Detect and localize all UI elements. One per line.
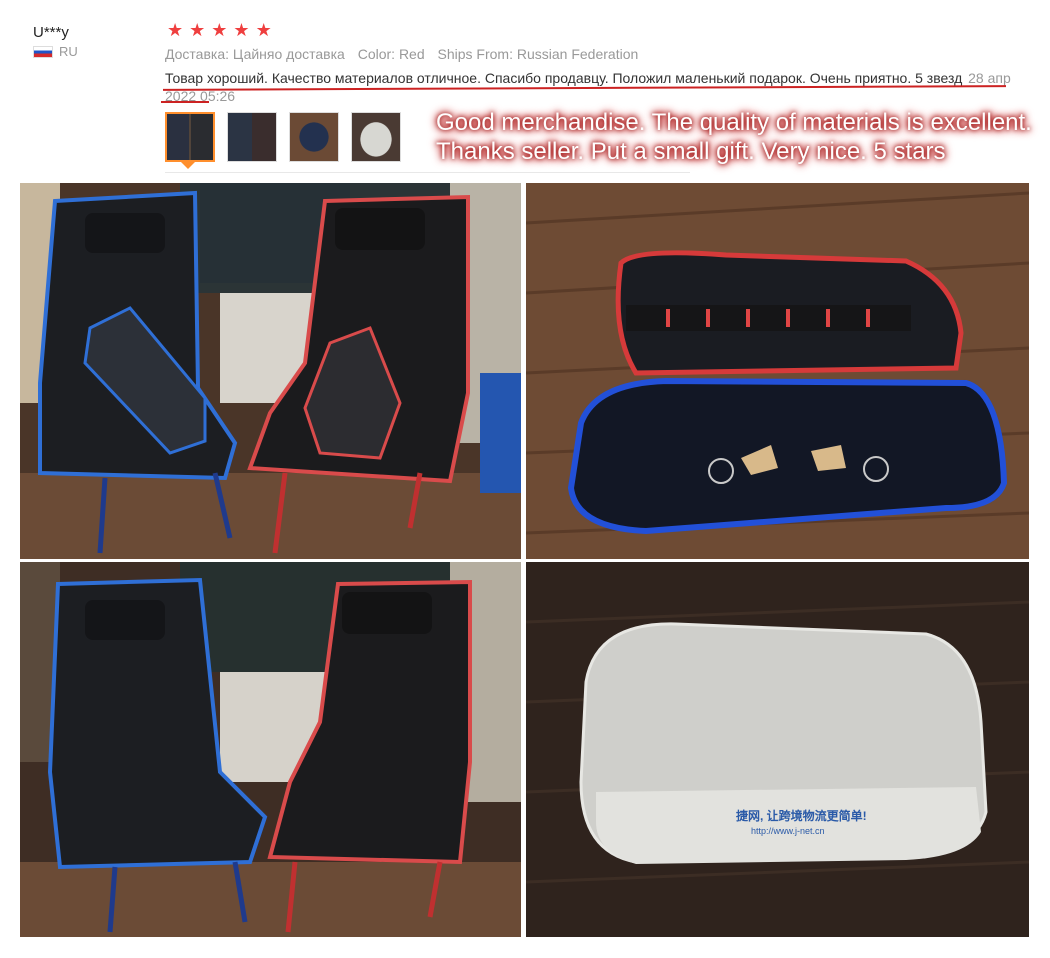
photo-open-bag-keychains[interactable] xyxy=(526,183,1029,559)
country-code: RU xyxy=(59,44,78,59)
star-icon: ★ xyxy=(167,20,184,40)
reviewer-country: RU xyxy=(33,44,78,59)
translation-annotation: Good merchandise. The quality of materia… xyxy=(436,108,1032,166)
package-url: http://www.j-net.cn xyxy=(751,826,825,836)
photo-chairs[interactable] xyxy=(20,562,521,937)
star-icon: ★ xyxy=(189,20,206,40)
star-icon: ★ xyxy=(211,20,228,40)
rating-stars: ★ ★ ★ ★ ★ xyxy=(167,20,272,40)
selected-thumbnail-indicator xyxy=(181,162,195,169)
ships-from: Ships From: Russian Federation xyxy=(437,46,639,62)
photo-thumbnails xyxy=(165,112,401,162)
reviewer-info: U***y RU xyxy=(33,24,78,59)
product-color: Color: Red xyxy=(357,46,425,62)
divider xyxy=(165,172,690,173)
photo-chairs-with-bags[interactable] xyxy=(20,183,521,559)
annotation-underline xyxy=(161,101,209,103)
delivery-method: Доставка: Цайняо доставка xyxy=(165,46,345,62)
review-meta: Доставка: Цайняо доставка Color: Red Shi… xyxy=(165,46,647,62)
reviewer-name: U***y xyxy=(33,24,69,41)
open-bag-image xyxy=(526,183,1029,559)
package-image: 捷网, 让跨境物流更简单! http://www.j-net.cn xyxy=(526,562,1029,937)
photo-wrapped-package[interactable]: 捷网, 让跨境物流更简单! http://www.j-net.cn xyxy=(526,562,1029,937)
star-icon: ★ xyxy=(255,20,272,40)
translation-line-1: Good merchandise. The quality of materia… xyxy=(436,109,1032,136)
thumbnail-package[interactable] xyxy=(351,112,401,162)
package-print: 捷网, 让跨境物流更简单! xyxy=(736,808,867,823)
thumbnail-bag[interactable] xyxy=(289,112,339,162)
translation-line-2: Thanks seller. Put a small gift. Very ni… xyxy=(436,138,946,165)
chairs-with-bags-image xyxy=(20,183,521,559)
thumbnail-chairs-2[interactable] xyxy=(227,112,277,162)
chairs-image xyxy=(20,562,521,937)
review-text: Товар хороший. Качество материалов отлич… xyxy=(165,70,963,86)
thumbnail-chairs[interactable] xyxy=(165,112,215,162)
russia-flag-icon xyxy=(33,45,53,58)
star-icon: ★ xyxy=(233,20,250,40)
